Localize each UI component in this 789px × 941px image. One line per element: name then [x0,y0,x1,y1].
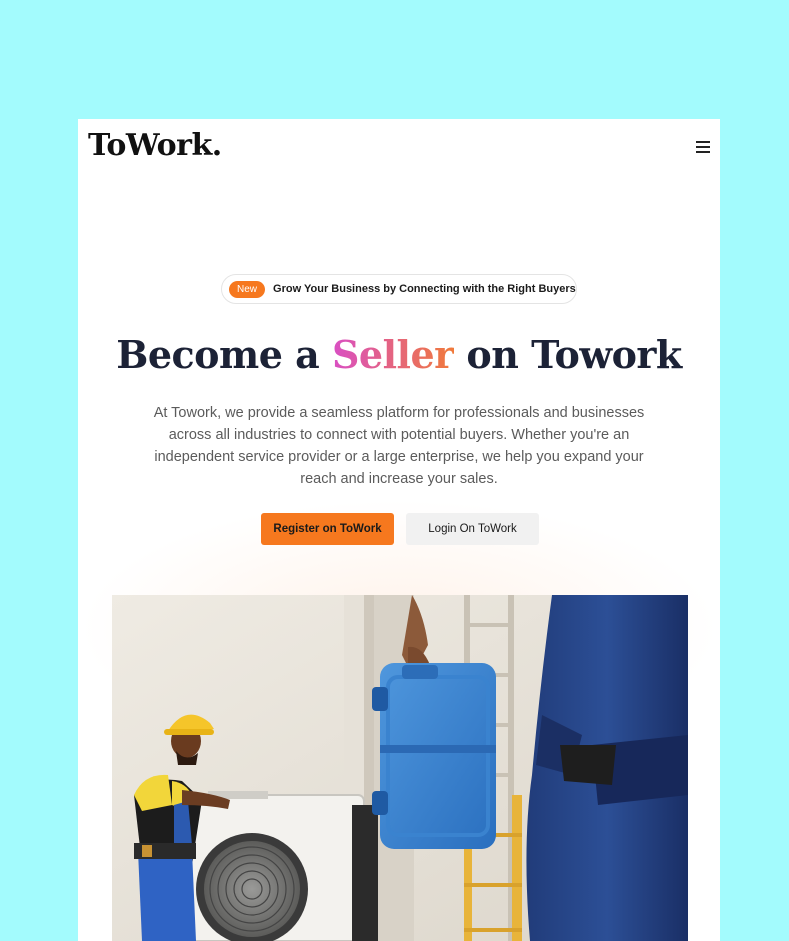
hero-description: At Towork, we provide a seamless platfor… [153,405,645,487]
menu-line [696,150,710,153]
hero-title-accent: Seller [331,332,454,377]
hero-title-post: on Towork [453,332,682,377]
hamburger-menu-icon[interactable] [696,141,710,154]
menu-line [696,141,710,143]
register-button[interactable]: Register on ToWork [261,513,394,545]
screenshot-frame: ToWork. New Grow Your Business by Connec… [0,0,789,941]
hero-image [112,595,688,941]
announcement-text: Grow Your Business by Connecting with th… [273,283,576,295]
new-badge: New [229,280,266,298]
technicians-photo [112,595,688,941]
login-button[interactable]: Login On ToWork [406,513,539,545]
menu-line [696,145,710,148]
announcement-pill: New Grow Your Business by Connecting wit… [221,274,577,304]
hero-title-pre: Become a [116,332,332,377]
brand-logo[interactable]: ToWork. [88,128,222,163]
web-page: ToWork. New Grow Your Business by Connec… [78,119,720,941]
hero-title: Become a Seller on Towork [78,332,720,377]
